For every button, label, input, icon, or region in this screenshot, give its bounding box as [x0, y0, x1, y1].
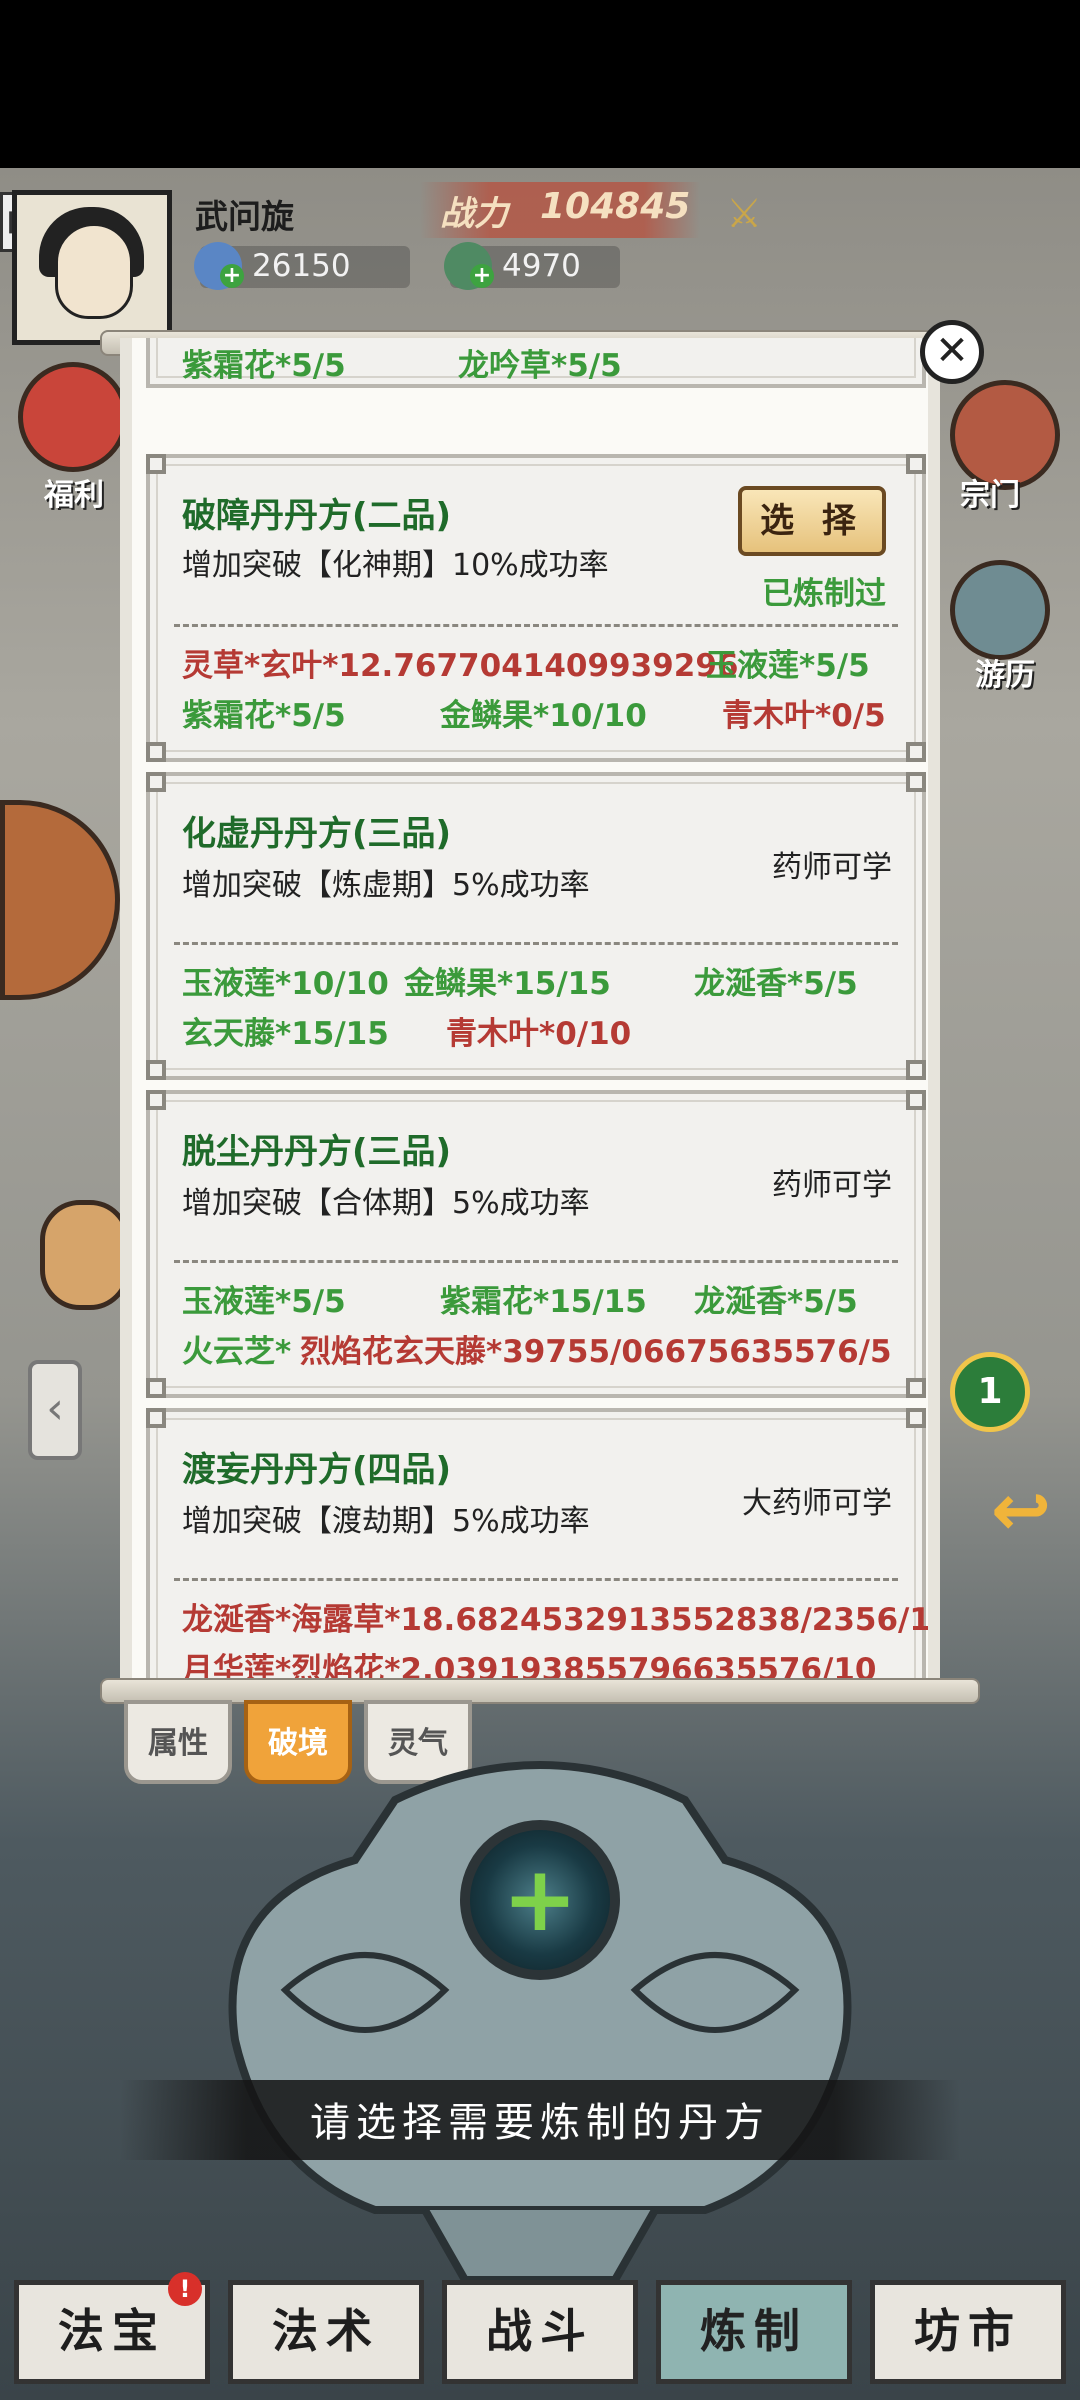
material-qingmuye: 青木叶*0/10 [446, 1016, 632, 1052]
material-longxianxiang: 龙涎香*5/5 [694, 966, 858, 1002]
select-recipe-button[interactable]: 选 择 [738, 486, 886, 556]
avatar-face [55, 223, 133, 319]
material-yuyelian: 玉液莲*10/10 [182, 966, 389, 1002]
close-icon[interactable]: ✕ [920, 320, 984, 384]
card-corner [146, 1060, 166, 1080]
recipe-title: 渡妄丹丹方(四品) [182, 1450, 452, 1490]
player-name: 武问旋 [195, 197, 294, 236]
card-corner [906, 1408, 926, 1428]
recipe-title: 脱尘丹丹方(三品) [182, 1132, 452, 1172]
currency-spirit-stone[interactable]: + 26150 [194, 242, 410, 290]
card-corner [146, 454, 166, 474]
nav-market[interactable]: 坊市 [870, 2280, 1066, 2384]
recipe-status: 已炼制过 [762, 576, 886, 612]
card-corner [146, 742, 166, 762]
card-corner [146, 1090, 166, 1110]
pouch-icon[interactable] [40, 1200, 130, 1310]
material-qingmuye: 青木叶*0/5 [722, 698, 886, 734]
card-divider [174, 1260, 898, 1263]
card-corner [906, 772, 926, 792]
card-corner [146, 1408, 166, 1428]
recipe-card-pozhang[interactable]: 破障丹丹方(二品) 增加突破【化神期】10%成功率 选 择 已炼制过 灵草*玄叶… [146, 454, 926, 762]
card-corner [906, 1060, 926, 1080]
travel-label: 游历 [975, 658, 1035, 693]
card-corner [146, 1378, 166, 1398]
notification-badge: ! [168, 2272, 202, 2306]
material-jinlinguo: 金鳞果*15/15 [404, 966, 611, 1002]
back-arrow-icon[interactable]: ↩ [976, 1470, 1066, 1550]
currency-spirit-stone-value: 26150 [252, 248, 351, 284]
card-corner [906, 1378, 926, 1398]
welfare-gift-icon[interactable] [18, 362, 128, 472]
material-longxianxiang: 龙涎香*5/5 [694, 1284, 858, 1320]
recipe-list-panel[interactable]: 紫霜花*5/5 龙吟草*5/5 破障丹丹方(二品) 增加突破【化神期】10%成功… [120, 338, 940, 1684]
travel-icon[interactable] [950, 560, 1050, 660]
card-divider [174, 942, 898, 945]
prompt-text: 请选择需要炼制的丹方 [310, 2100, 770, 2146]
power-label: 战力 [440, 194, 508, 234]
side-badge[interactable]: 1 [950, 1352, 1030, 1432]
recipe-description: 增加突破【炼虚期】5%成功率 [182, 868, 590, 903]
recipe-requirement: 药师可学 [772, 850, 892, 885]
recipe-title: 破障丹丹方(二品) [182, 496, 452, 536]
material-longyincao: 龙吟草*5/5 [458, 348, 622, 384]
material-zishuanghua: 紫霜花*15/15 [440, 1284, 647, 1320]
recipe-requirement: 大药师可学 [742, 1486, 892, 1521]
card-corner [906, 742, 926, 762]
sect-label: 宗门 [960, 478, 1020, 513]
recipe-card-partial: 紫霜花*5/5 龙吟草*5/5 [146, 338, 926, 388]
material-xuantianteng: 玄天藤*15/15 [182, 1016, 389, 1052]
card-divider [174, 624, 898, 627]
card-corner [906, 1090, 926, 1110]
currency-jade-value: 4970 [502, 248, 581, 284]
crossed-swords-icon: ⚔ [726, 191, 762, 237]
card-corner [906, 454, 926, 474]
add-currency-icon[interactable]: + [220, 264, 244, 288]
recipe-description: 增加突破【化神期】10%成功率 [182, 548, 609, 583]
avatar[interactable] [12, 190, 172, 345]
material-lieyanhua: 烈焰花玄天藤*39755/06675635576/5 [300, 1334, 892, 1370]
recipe-requirement: 药师可学 [772, 1168, 892, 1203]
scroll-left-arrow[interactable]: ‹ [28, 1360, 82, 1460]
scroll-rod-bottom [100, 1678, 980, 1704]
nav-battle[interactable]: 战斗 [442, 2280, 638, 2384]
add-currency-icon[interactable]: + [470, 264, 494, 288]
recipe-card-duwang[interactable]: 渡妄丹丹方(四品) 增加突破【渡劫期】5%成功率 大药师可学 龙涎香*海露草*1… [146, 1408, 928, 1684]
material-zishuanghua: 紫霜花*5/5 [182, 698, 346, 734]
material-huoyunzhi: 火云芝* [182, 1334, 292, 1370]
recipe-card-huaxu[interactable]: 化虚丹丹方(三品) 增加突破【炼虚期】5%成功率 药师可学 玉液莲*10/10 … [146, 772, 926, 1080]
recipe-description: 增加突破【渡劫期】5%成功率 [182, 1504, 590, 1539]
add-recipe-icon[interactable]: + [498, 1855, 582, 1945]
card-divider [174, 1578, 898, 1581]
power-value: 104845 [540, 186, 691, 227]
material-zishuanghua: 紫霜花*5/5 [182, 348, 346, 384]
welfare-label: 福利 [44, 478, 104, 513]
material-jinlinguo: 金鳞果*10/10 [440, 698, 647, 734]
material-longxianxiang: 龙涎香*海露草*18.6824532913552838/2356/15 [182, 1602, 940, 1638]
recipe-title: 化虚丹丹方(三品) [182, 814, 452, 854]
nav-refine[interactable]: 炼制 [656, 2280, 852, 2384]
material-yuyelian: 玉液莲*5/5 [706, 648, 870, 684]
currency-jade[interactable]: + 4970 [444, 242, 620, 290]
recipe-description: 增加突破【合体期】5%成功率 [182, 1186, 590, 1221]
recipe-card-tuochen[interactable]: 脱尘丹丹方(三品) 增加突破【合体期】5%成功率 药师可学 玉液莲*5/5 紫霜… [146, 1090, 926, 1398]
material-yuyelian: 玉液莲*5/5 [182, 1284, 346, 1320]
nav-spells[interactable]: 法术 [228, 2280, 424, 2384]
material-lingcao: 灵草*玄叶*12.7677041409939296 [182, 648, 739, 684]
card-corner [146, 772, 166, 792]
